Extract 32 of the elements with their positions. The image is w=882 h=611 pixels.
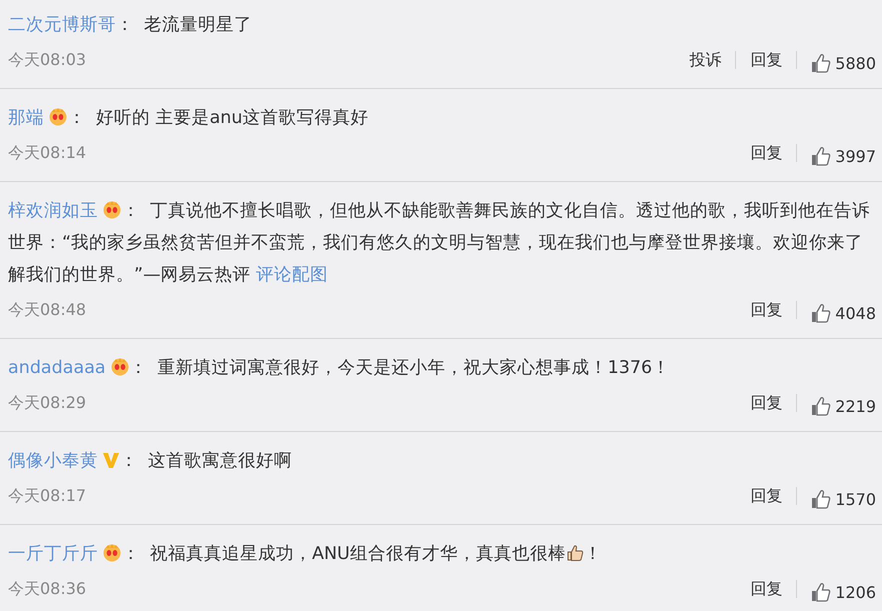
action-link[interactable]: 回复 [736, 580, 798, 598]
like-count: 1206 [835, 582, 876, 602]
comment-text: 偶像小奉黄 ： 这首歌寓意很好啊 [8, 450, 293, 473]
like-count: 1570 [835, 490, 876, 508]
thumbs-up-icon[interactable] [811, 582, 832, 602]
comment-time: 今天08:48 [8, 300, 88, 320]
comment-text: 一斤丁斤斤 ： 祝福真真追星成功，ANU组合很有才华，真真也很棒 ！ [8, 541, 603, 566]
thumbs-up-icon[interactable] [811, 146, 832, 166]
action-link[interactable]: 投诉 [675, 51, 736, 69]
action-link[interactable]: 回复 [736, 487, 798, 505]
comment-text: andadaaaa ： 重新填过词寓意很好，今天是还小年，祝大家心想事成！1376！ [8, 355, 672, 380]
like-count: 4048 [835, 304, 876, 322]
comment-time: 今天08:17 [8, 486, 88, 506]
thumbs-up-icon[interactable] [811, 396, 832, 416]
comment-time: 今天08:03 [8, 50, 88, 70]
thumbs-up-emoji-icon [566, 544, 584, 562]
like-count: 5880 [835, 54, 876, 72]
thumbs-up-icon[interactable] [811, 303, 832, 323]
comment-text: 梓欢润如玉 ： 丁真说他不擅长唱歌，但他从不缺能歌善舞民族的文化自信。透过他的歌，我听到他在告诉世界：“我的家乡虽然贫苦但并不蛮荒，我们有悠久的文明与智慧，现在我们也与摩登世界接壤。欢迎你来了解我们的世界。”—网易云热评 评论配图 [8, 198, 871, 287]
action-link[interactable]: 回复 [736, 394, 798, 412]
comment-text: 二次元博斯哥： 老流量明星了 [8, 14, 253, 37]
comment-time: 今天08:29 [8, 392, 88, 414]
like-count: 3997 [835, 146, 876, 166]
thumbs-up-icon[interactable] [811, 489, 832, 509]
action-link[interactable]: 回复 [736, 51, 798, 69]
comment-text: 那端 ： 好听的 主要是anu这首歌写得真好 [8, 105, 370, 130]
like-count: 2219 [835, 396, 876, 416]
comment-time: 今天08:14 [8, 142, 88, 164]
thumbs-up-icon[interactable] [811, 53, 832, 73]
action-link[interactable]: 回复 [736, 301, 798, 319]
comment-time: 今天08:36 [8, 578, 88, 600]
action-link[interactable]: 回复 [736, 144, 798, 162]
